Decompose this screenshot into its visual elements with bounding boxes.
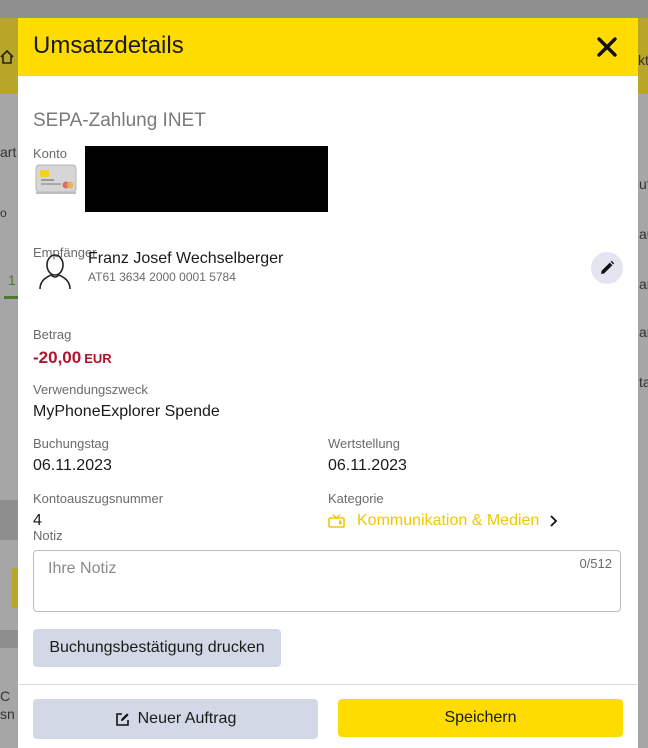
save-button[interactable]: Speichern — [338, 699, 623, 737]
background-topbar — [0, 0, 648, 18]
amount-currency: EUR — [84, 351, 112, 366]
purpose-label: Verwendungszweck — [33, 382, 148, 397]
recipient-iban: AT61 3634 2000 0001 5784 — [88, 270, 236, 284]
value-date-value: 06.11.2023 — [328, 457, 407, 474]
background-text: sn — [0, 706, 15, 722]
background-text: an — [639, 324, 648, 340]
background-left-column — [0, 94, 18, 748]
note-label: Notiz — [33, 528, 63, 543]
note-field[interactable]: Ihre Notiz 0/512 — [33, 550, 621, 612]
amount-value: -20,00 EUR — [33, 348, 112, 368]
purpose-value: MyPhoneExplorer Spende — [33, 403, 220, 420]
background-text: o — [0, 206, 7, 220]
person-avatar-icon — [37, 252, 73, 290]
background-text: kt — [638, 52, 648, 68]
background-green-line — [4, 296, 18, 299]
credit-card-icon — [35, 164, 77, 195]
dialog-header: Umsatzdetails — [18, 18, 638, 76]
tv-icon — [328, 514, 345, 528]
background-text: ta — [639, 374, 648, 390]
booking-date-value: 06.11.2023 — [33, 457, 112, 474]
background-text: art — [0, 144, 17, 160]
category-label: Kategorie — [328, 491, 384, 506]
background-text: ar — [639, 276, 648, 292]
background-text: uf — [639, 176, 648, 192]
edit-recipient-button[interactable] — [591, 252, 623, 284]
recipient-name: Franz Josef Wechselberger — [88, 250, 284, 267]
note-character-counter: 0/512 — [579, 556, 612, 571]
account-number-redacted — [85, 146, 328, 212]
category-link[interactable]: Kommunikation & Medien — [328, 512, 558, 530]
background-block — [0, 630, 18, 648]
booking-date-label: Buchungstag — [33, 436, 109, 451]
print-confirmation-button[interactable]: Buchungsbestätigung drucken — [33, 629, 281, 667]
dialog-title: Umsatzdetails — [33, 32, 184, 59]
transaction-details-dialog: Umsatzdetails SEPA-Zahlung INET Konto Em… — [18, 18, 638, 748]
edit-square-icon — [115, 712, 130, 727]
background-text: 1 — [8, 272, 16, 288]
new-order-label: Neuer Auftrag — [137, 710, 237, 727]
footer-divider — [18, 684, 638, 685]
amount-number: -20,00 — [33, 348, 82, 367]
background-block — [0, 500, 18, 540]
amount-label: Betrag — [33, 327, 72, 342]
account-label: Konto — [33, 146, 67, 161]
chevron-right-icon — [549, 514, 558, 528]
new-order-button[interactable]: Neuer Auftrag — [33, 699, 318, 739]
statement-number-label: Kontoauszugsnummer — [33, 491, 164, 506]
pencil-icon — [599, 260, 615, 276]
note-placeholder: Ihre Notiz — [48, 560, 117, 577]
home-icon — [0, 49, 14, 67]
background-text: au — [639, 226, 648, 242]
category-value: Kommunikation & Medien — [357, 512, 540, 529]
close-icon — [596, 36, 618, 58]
background-right-column — [638, 94, 648, 748]
transaction-type: SEPA-Zahlung INET — [33, 110, 206, 131]
close-button[interactable] — [592, 32, 622, 62]
value-date-label: Wertstellung — [328, 436, 401, 451]
background-text: C — [0, 688, 11, 704]
